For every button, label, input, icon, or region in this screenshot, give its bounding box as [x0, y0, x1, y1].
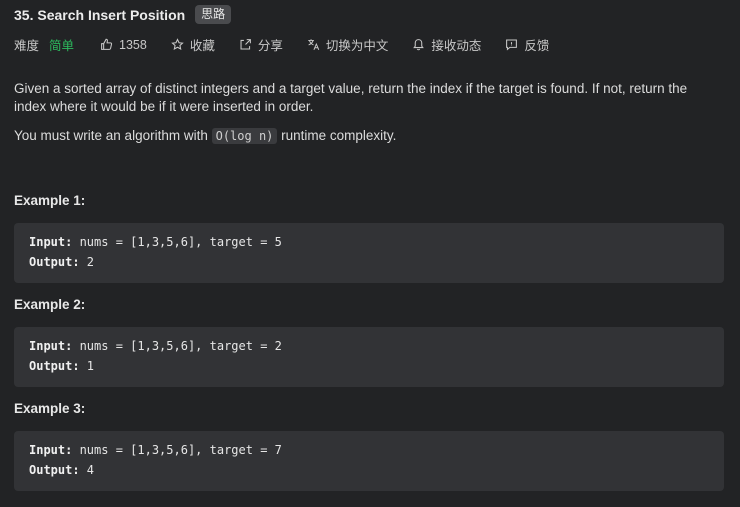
like-count: 1358: [119, 37, 147, 52]
bell-icon: [413, 39, 425, 51]
example-3-output: Output: 4: [29, 463, 95, 477]
subscribe-label: 接收动态: [431, 39, 482, 53]
difficulty-value: 简单: [49, 39, 75, 53]
favorite-label: 收藏: [189, 39, 215, 53]
complexity-paragraph: You must write an algorithm with O(log n…: [14, 128, 397, 144]
difficulty-label: 难度: [14, 39, 40, 53]
example-3-title: Example 3:: [14, 401, 86, 416]
star-icon: [171, 38, 184, 50]
feedback-icon: [506, 39, 518, 51]
description-paragraph: Given a sorted array of distinct integer…: [14, 81, 688, 114]
problem-header: 35. Search Insert Position 思路: [14, 5, 232, 24]
example-1-input: Input: nums = [1,3,5,6], target = 5: [29, 235, 282, 249]
example-3-code-block: Input: nums = [1,3,5,6], target = 7 Outp…: [14, 431, 724, 491]
thumbs-up-icon: [101, 38, 113, 50]
example-1-code-block: Input: nums = [1,3,5,6], target = 5 Outp…: [14, 223, 724, 283]
complexity-code: O(log n): [211, 128, 278, 144]
example-3-input: Input: nums = [1,3,5,6], target = 7: [29, 443, 282, 457]
example-1-title: Example 1:: [14, 193, 86, 208]
feedback-button[interactable]: 反馈: [505, 35, 549, 54]
feedback-label: 反馈: [524, 39, 550, 53]
example-2-output: Output: 1: [29, 359, 95, 373]
problem-title: 35. Search Insert Position: [14, 6, 186, 23]
share-label: 分享: [257, 39, 283, 53]
example-1-output: Output: 2: [29, 255, 95, 269]
share-button[interactable]: 分享: [239, 35, 283, 54]
problem-description: Given a sorted array of distinct integer…: [14, 80, 720, 156]
example-2-code-block: Input: nums = [1,3,5,6], target = 2 Outp…: [14, 327, 724, 387]
problem-meta-bar: 难度 简单 1358 收藏 分享 切换为中文 接收动态 反馈: [14, 35, 573, 54]
example-2-title: Example 2:: [14, 297, 86, 312]
translate-icon: [308, 39, 320, 50]
difficulty: 难度 简单: [14, 35, 74, 54]
example-2-input: Input: nums = [1,3,5,6], target = 2: [29, 339, 282, 353]
like-button[interactable]: 1358: [100, 38, 147, 52]
translate-button[interactable]: 切换为中文: [307, 35, 389, 54]
subscribe-button[interactable]: 接收动态: [412, 35, 481, 54]
favorite-button[interactable]: 收藏: [171, 35, 215, 54]
hint-badge[interactable]: 思路: [195, 5, 232, 24]
translate-label: 切换为中文: [325, 39, 389, 53]
share-icon: [240, 39, 251, 50]
